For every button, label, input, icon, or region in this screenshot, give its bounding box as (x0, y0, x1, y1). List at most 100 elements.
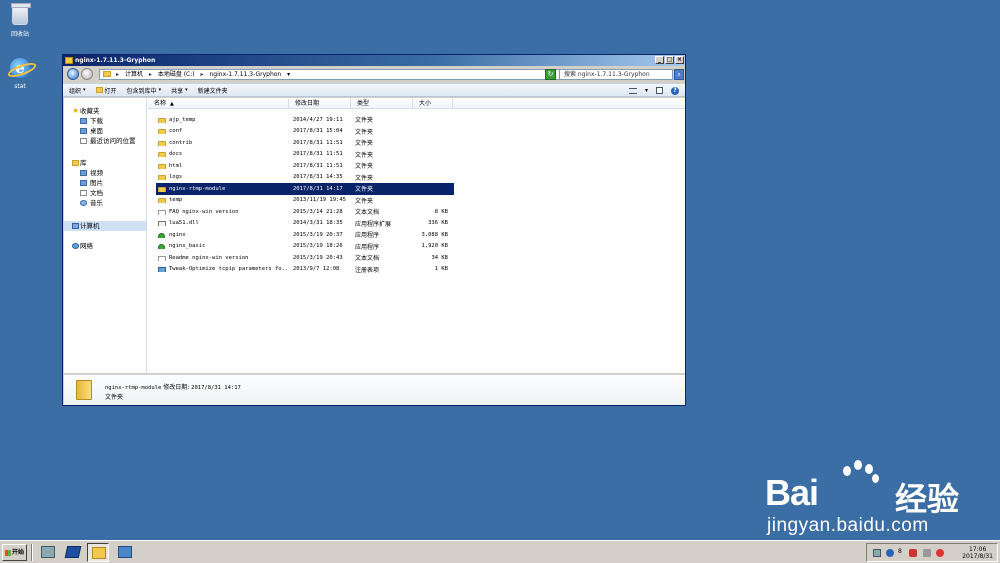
minimize-button[interactable]: _ (655, 56, 664, 64)
share-menu[interactable]: 共享 ▾ (171, 86, 188, 95)
monitor-icon (118, 546, 132, 558)
network-tray-icon[interactable] (873, 549, 881, 557)
file-type: 文件夹 (355, 117, 374, 125)
nav-pictures[interactable]: 图片 (64, 178, 147, 188)
file-date: 2014/3/31 18:35 (293, 220, 343, 227)
view-dropdown-icon[interactable]: ▾ (645, 87, 648, 95)
downloads-icon (80, 118, 87, 124)
breadcrumb-computer[interactable]: 计算机 (125, 71, 143, 78)
file-name: FAQ nginx-win version (156, 209, 289, 215)
remote-desktop-button[interactable] (114, 543, 136, 562)
file-row[interactable]: docs 2017/8/31 11:51 文件夹 (156, 149, 454, 161)
organize-menu[interactable]: 组织 ▾ (69, 86, 86, 95)
recycle-bin-desktop-icon[interactable]: 回收站 (0, 3, 40, 38)
file-row[interactable]: conf 2017/8/31 15:04 文件夹 (156, 126, 454, 138)
nav-documents[interactable]: 文档 (64, 188, 147, 198)
folder-file-icon (158, 163, 166, 169)
file-type: 文本文档 (355, 209, 380, 217)
desktop-icon (80, 128, 87, 134)
file-name: Readme nginx-win version (156, 255, 289, 261)
window-titlebar[interactable]: nginx-1.7.11.3-Gryphon _ □ × (63, 55, 685, 66)
file-row[interactable]: contrib 2017/8/31 11:51 文件夹 (156, 137, 454, 149)
nav-desktop[interactable]: 桌面 (64, 126, 147, 136)
view-options-icon[interactable] (628, 88, 637, 94)
back-button[interactable]: ‹ (67, 68, 79, 80)
details-date-label: 修改日期: (163, 384, 190, 391)
file-name: logs (156, 174, 289, 181)
search-input[interactable]: 搜索 nginx-1.7.11.3-Gryphon (559, 69, 673, 80)
folder-file-icon (158, 117, 166, 123)
file-date: 2017/8/31 11:51 (293, 139, 343, 146)
nav-libraries[interactable]: 库 (64, 158, 147, 168)
document-icon (80, 190, 87, 196)
file-size: 3,088 KB (421, 231, 449, 238)
warning-tray-icon[interactable] (936, 549, 944, 557)
column-header-name[interactable]: 名称 ▲ (148, 98, 289, 109)
breadcrumb-nginx-folder[interactable]: nginx-1.7.11.3-Gryphon (209, 71, 281, 78)
chevron-down-icon[interactable]: ▾ (287, 71, 290, 78)
nav-computer[interactable]: 计算机 (64, 221, 147, 231)
recent-places-icon (80, 138, 87, 144)
file-row[interactable]: FAQ nginx-win version 2015/3/14 21:28 文本文档… (156, 206, 454, 218)
file-type: 文件夹 (355, 186, 374, 194)
new-folder-button[interactable]: 新建文件夹 (198, 86, 228, 95)
file-row[interactable]: html 2017/8/31 11:51 文件夹 (156, 160, 454, 172)
file-size: 336 KB (428, 220, 448, 227)
text-file-icon (158, 209, 166, 215)
video-icon (80, 170, 87, 176)
folder-file-icon (158, 140, 166, 146)
breadcrumb-local-disk[interactable]: 本地磁盘 (C:) (158, 71, 195, 78)
text-file-icon (158, 255, 166, 261)
file-row[interactable]: Readme nginx-win version 2015/3/19 20:43 文… (156, 252, 454, 264)
preview-pane-icon[interactable] (656, 87, 663, 94)
maximize-button[interactable]: □ (665, 56, 674, 64)
explorer-taskbar-button[interactable] (87, 543, 109, 562)
search-icon[interactable]: ⌕ (674, 69, 684, 80)
column-header-type[interactable]: 类型 (351, 98, 413, 109)
nav-favorites[interactable]: ★ 收藏夹 (64, 106, 147, 116)
file-date: 2015/3/19 18:26 (293, 243, 343, 250)
details-name: nginx-rtmp-module (105, 385, 162, 391)
column-header-size[interactable]: 大小 (413, 98, 453, 109)
help-tray-icon[interactable] (886, 549, 894, 557)
ie-icon: e (10, 58, 30, 78)
file-row[interactable]: Tweak-Optimize tcpip parameters fo... 201… (156, 264, 454, 276)
nav-videos[interactable]: 视频 (64, 168, 147, 178)
nav-downloads[interactable]: 下载 (64, 116, 147, 126)
file-row[interactable]: ajp_temp 2014/4/27 19:11 文件夹 (156, 114, 454, 126)
forward-button[interactable]: › (81, 68, 93, 80)
file-row[interactable]: temp 2013/11/19 19:45 文件夹 (156, 195, 454, 207)
volume-tray-icon[interactable] (923, 549, 931, 557)
open-button[interactable]: 打开 (95, 86, 117, 95)
security-tray-icon[interactable] (909, 549, 917, 557)
nav-music[interactable]: 音乐 (64, 198, 147, 208)
file-row[interactable]: nginx-rtmp-module 2017/8/31 14:17 文件夹 (156, 183, 454, 195)
sort-arrow-icon: ▲ (170, 101, 174, 107)
file-name: ajp_temp (156, 117, 289, 123)
file-date: 2015/3/14 21:28 (293, 208, 343, 215)
include-in-library-menu[interactable]: 包含到库中 ▾ (127, 86, 162, 95)
close-button[interactable]: × (675, 56, 684, 64)
details-date: 2017/8/31 14:17 (191, 385, 241, 391)
refresh-button[interactable]: ↻ (545, 69, 556, 80)
server-manager-button[interactable] (37, 543, 59, 562)
clock[interactable]: 17:06 2017/8/31 (962, 546, 993, 560)
file-row[interactable]: nginx 2015/3/19 20:37 应用程序 3,088 KB (156, 229, 454, 241)
ime-indicator[interactable]: 8 (898, 548, 906, 556)
watermark-jingyan: 经验 (895, 480, 960, 518)
baidu-paw-logo-icon (835, 458, 881, 504)
nav-recent-places[interactable]: 最近访问的位置 (64, 136, 147, 146)
star-icon: ★ (72, 106, 80, 115)
file-row[interactable]: nginx_basic 2015/3/19 18:26 应用程序 1,920 KB (156, 241, 454, 253)
address-bar[interactable]: ▸ 计算机 ▸ 本地磁盘 (C:) ▸ nginx-1.7.11.3-Gryph… (99, 69, 599, 80)
help-icon[interactable]: ? (671, 87, 679, 95)
nav-network[interactable]: 网络 (64, 241, 147, 251)
powershell-button[interactable] (62, 543, 84, 562)
file-row[interactable]: lua51.dll 2014/3/31 18:35 应用程序扩展 336 KB (156, 218, 454, 230)
command-bar: 组织 ▾ 打开 包含到库中 ▾ 共享 ▾ 新建文件夹 ▾ ? (63, 83, 685, 97)
file-row[interactable]: logs 2017/8/31 14:35 文件夹 (156, 172, 454, 184)
column-header-date[interactable]: 修改日期 (289, 98, 351, 109)
start-button[interactable]: 开始 (2, 544, 27, 561)
music-icon (80, 200, 87, 206)
stat-desktop-icon[interactable]: e stat (0, 58, 40, 90)
